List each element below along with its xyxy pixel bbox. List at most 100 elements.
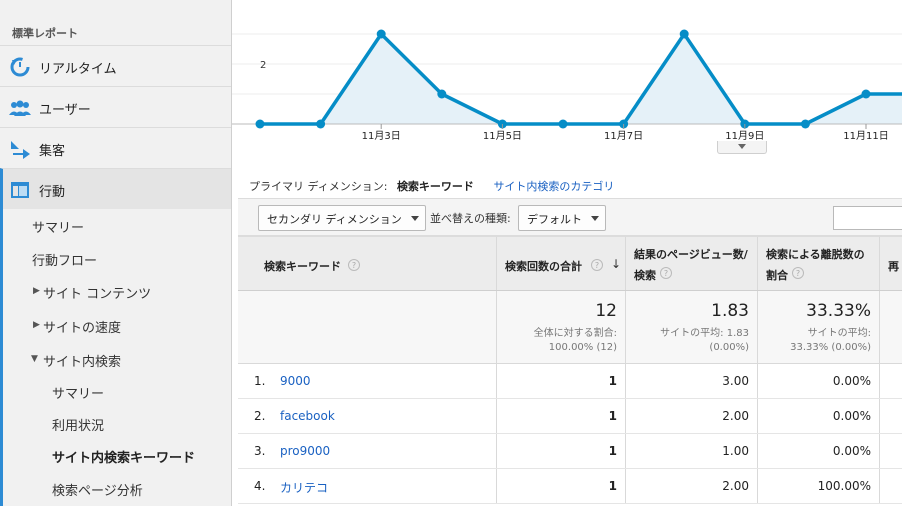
- sidebar-sub-label: サマリー: [52, 387, 105, 402]
- cell-pageviews: 2.00: [626, 399, 758, 433]
- keyword-link[interactable]: 9000: [280, 374, 311, 388]
- keyword-link[interactable]: カリテコ: [280, 479, 328, 496]
- help-icon[interactable]: ?: [792, 267, 804, 279]
- data-point: [255, 119, 265, 129]
- sidebar-sub-label: サイト内検索: [43, 355, 122, 370]
- help-icon[interactable]: ?: [660, 267, 672, 279]
- cell-keyword: 4. カリテコ: [238, 469, 497, 503]
- table-search-input[interactable]: [833, 206, 902, 230]
- keyword-link[interactable]: facebook: [280, 409, 335, 423]
- sidebar-sub-label: サイト コンテンツ: [43, 287, 152, 302]
- cell-pageviews: 1.00: [626, 434, 758, 468]
- dimension-search-category-link[interactable]: サイト内検索のカテゴリ: [493, 180, 614, 193]
- pageviews-value: 1.00: [722, 444, 749, 458]
- expand-down-icon: ▼: [31, 354, 38, 364]
- totals-searches: 12 全体に対する割合: 100.00% (12): [497, 291, 626, 363]
- sidebar-item-realtime[interactable]: リアルタイム: [0, 45, 231, 86]
- cell-searches: 1: [497, 364, 626, 398]
- sidebar-item-acquisition[interactable]: 集客: [0, 127, 231, 168]
- cell-partial: [880, 434, 902, 468]
- totals-pageviews: 1.83 サイトの平均: 1.83 (0.00%): [626, 291, 758, 363]
- exits-value: 0.00%: [832, 374, 871, 388]
- help-icon[interactable]: ?: [348, 259, 360, 271]
- header-pageviews-per-search[interactable]: 結果のページビュー数/ 検索 ?: [626, 237, 758, 290]
- area-fill: [260, 34, 902, 124]
- chevron-down-icon: [591, 216, 599, 221]
- header-label: 検索キーワード: [264, 260, 341, 273]
- row-index: 1.: [254, 374, 266, 388]
- dimension-search-keyword: 検索キーワード: [396, 180, 474, 193]
- expand-right-icon: ▶: [33, 286, 40, 296]
- sidebar-sub-label: サイト内検索キーワード: [52, 451, 196, 466]
- sidebar-sub-label: 行動フロー: [32, 254, 98, 269]
- x-tick-label: 11月7日: [604, 130, 643, 142]
- dimension-bar: プライマリ ディメンション: 検索キーワード サイト内検索のカテゴリ: [249, 178, 620, 194]
- data-point: [437, 89, 447, 99]
- table-row: 1. 9000 1 3.00 0.00%: [238, 364, 902, 399]
- sidebar-item-behavior[interactable]: 行動: [0, 168, 231, 209]
- sort-desc-icon[interactable]: ↓: [611, 257, 621, 271]
- primary-dimension-label: プライマリ ディメンション:: [249, 180, 388, 193]
- cell-exits: 100.00%: [758, 469, 880, 503]
- table-header-row: 検索キーワード ? 検索回数の合計 ? ↓ 結果のページビュー数/ 検索 ? 検…: [238, 236, 902, 291]
- cell-exits: 0.00%: [758, 399, 880, 433]
- searches-value: 1: [608, 374, 617, 388]
- searches-value: 1: [608, 409, 617, 423]
- section-title: 標準レポート: [12, 27, 78, 40]
- help-icon[interactable]: ?: [591, 259, 603, 271]
- expand-right-icon: ▶: [33, 320, 40, 330]
- sidebar-subsub-search-terms[interactable]: サイト内検索キーワード: [0, 440, 231, 470]
- header-search-exits[interactable]: 検索による離脱数の 割合 ?: [758, 237, 880, 290]
- sidebar-subsub-summary[interactable]: サマリー: [0, 376, 231, 406]
- data-point: [558, 119, 568, 129]
- total-subtext: サイトの平均: 1.83 (0.00%): [660, 328, 749, 353]
- secondary-dimension-dropdown[interactable]: セカンダリ ディメンション: [258, 205, 426, 231]
- sort-type-dropdown[interactable]: デフォルト: [518, 205, 606, 231]
- data-point: [316, 119, 326, 129]
- sidebar-sub-label: サイトの速度: [43, 321, 122, 336]
- total-value: 33.33%: [806, 301, 871, 321]
- totals-partial: [880, 291, 902, 363]
- header-partial[interactable]: 再: [880, 237, 902, 290]
- sidebar-item-users[interactable]: ユーザー: [0, 86, 231, 127]
- exits-value: 100.00%: [817, 479, 871, 493]
- dropdown-label: デフォルト: [527, 213, 582, 226]
- sidebar-sub-site-speed[interactable]: ▶ サイトの速度: [0, 310, 231, 340]
- sidebar-subsub-usage[interactable]: 利用状況: [0, 408, 231, 438]
- cell-searches: 1: [497, 469, 626, 503]
- line-chart: 2 11月3日 11月5日 11月7日 11月9日 11月11日: [232, 0, 902, 158]
- behavior-icon: [9, 179, 31, 201]
- data-point: [861, 89, 871, 99]
- cell-searches: 1: [497, 399, 626, 433]
- sidebar-sub-label: サマリー: [32, 221, 85, 236]
- collapse-chart-tab[interactable]: [717, 141, 767, 154]
- totals-exits: 33.33% サイトの平均: 33.33% (0.00%): [758, 291, 880, 363]
- header-label: 結果のページビュー数/: [634, 248, 748, 261]
- sidebar-sub-label: 利用状況: [52, 419, 105, 434]
- header-label: 割合: [766, 269, 788, 282]
- x-tick-label: 11月5日: [483, 130, 522, 142]
- header-label: 検索による離脱数の: [766, 248, 865, 261]
- cell-keyword: 2. facebook: [238, 399, 497, 433]
- cell-pageviews: 3.00: [626, 364, 758, 398]
- searches-value: 1: [608, 479, 617, 493]
- dropdown-label: セカンダリ ディメンション: [267, 213, 402, 226]
- sidebar-sub-behavior-flow[interactable]: 行動フロー: [0, 243, 231, 273]
- table-row: 4. カリテコ 1 2.00 100.00%: [238, 469, 902, 504]
- cell-exits: 0.00%: [758, 434, 880, 468]
- acquisition-icon: [9, 138, 31, 160]
- sidebar-subsub-search-pages[interactable]: 検索ページ分析: [0, 473, 231, 503]
- data-point: [376, 29, 386, 39]
- header-keyword[interactable]: 検索キーワード ?: [238, 237, 497, 290]
- cell-searches: 1: [497, 434, 626, 468]
- row-index: 3.: [254, 444, 266, 458]
- keyword-link[interactable]: pro9000: [280, 444, 330, 458]
- row-index: 2.: [254, 409, 266, 423]
- sidebar-sub-site-content[interactable]: ▶ サイト コンテンツ: [0, 276, 231, 306]
- sidebar-sub-summary[interactable]: サマリー: [0, 210, 231, 240]
- sidebar-sub-site-search[interactable]: ▼ サイト内検索: [0, 344, 231, 374]
- header-label: 検索: [634, 269, 656, 282]
- header-searches[interactable]: 検索回数の合計 ? ↓: [497, 237, 626, 290]
- table-row: 2. facebook 1 2.00 0.00%: [238, 399, 902, 434]
- sidebar-item-label: 行動: [39, 185, 66, 200]
